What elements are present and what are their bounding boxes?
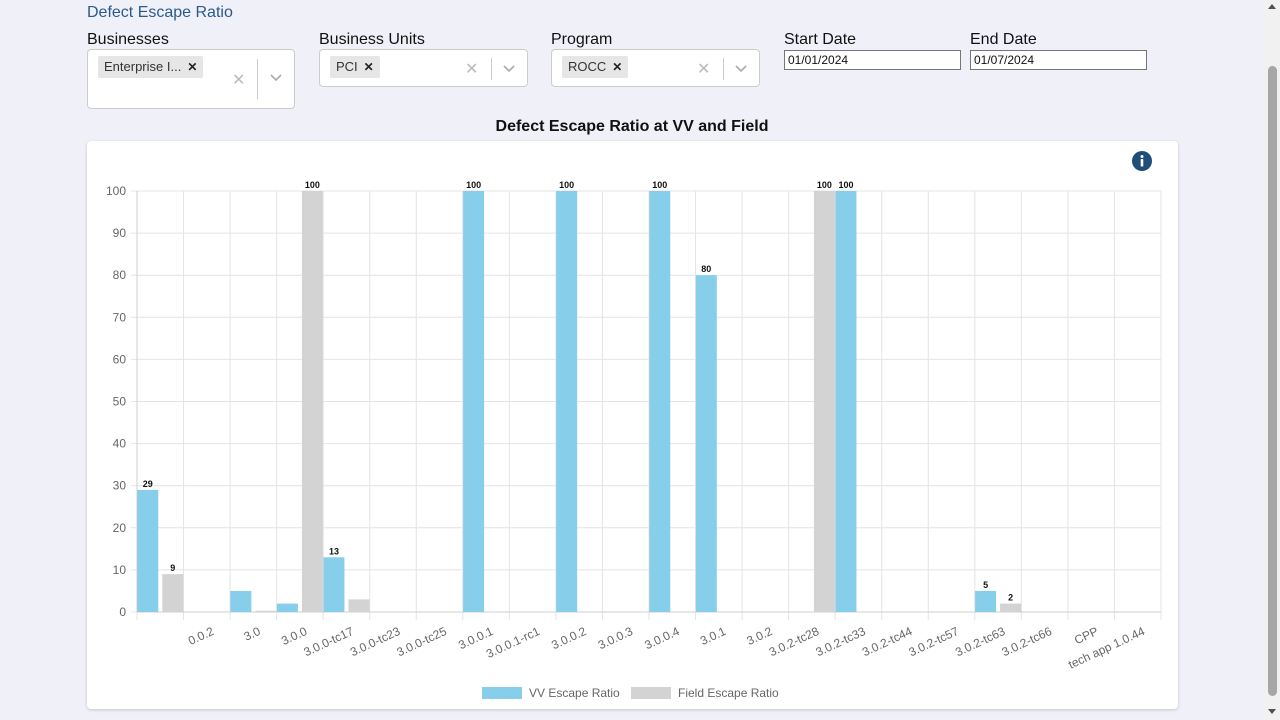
legend-label: Field Escape Ratio [678,686,779,700]
bar [137,489,159,612]
bar [835,191,857,612]
x-tick-label: 3.0.0.1-rc1 [484,624,542,661]
x-tick-label: 3.0.2-tc28 [767,624,822,659]
bar [975,590,997,612]
y-tick-label: 40 [113,437,127,451]
bar [1000,603,1022,612]
y-tick-label: 30 [113,479,127,493]
data-label: 80 [701,264,711,274]
bar [323,557,345,612]
data-label: 100 [559,180,574,190]
x-tick-label: 3.0.2-tc33 [813,624,868,659]
y-tick-label: 70 [113,310,127,324]
legend-swatch [631,687,671,699]
bar [276,603,298,612]
x-tick-label: CPP [1072,624,1100,647]
data-label: 9 [170,563,175,573]
scroll-thumb[interactable] [1268,66,1277,696]
bar [463,191,485,612]
y-tick-label: 20 [113,521,127,535]
x-tick-label: 0.0.2 [186,624,216,648]
x-tick-label: 3.0.0-tc23 [348,624,403,659]
x-tick-label: 3.0.2-tc44 [860,624,915,659]
data-label: 100 [652,180,667,190]
bar-chart: 01020304050607080901000.0.2 3.0 3.0.03.0.0… [106,180,1162,700]
data-label: 5 [983,580,988,590]
x-tick-label: 3.0.1 [698,624,728,648]
scroll-down-icon[interactable] [1268,709,1276,714]
bar [162,574,184,612]
bar [813,191,835,612]
bar [649,191,671,612]
data-label: 100 [817,180,832,190]
bar [556,191,578,612]
y-tick-label: 60 [113,352,127,366]
bar [301,191,323,612]
y-tick-label: 50 [113,395,127,409]
y-tick-label: 0 [119,605,126,619]
y-tick-label: 80 [113,268,127,282]
x-tick-label: 3.0.0-tc17 [301,624,356,659]
bar [230,590,252,612]
data-label: 100 [466,180,481,190]
bar [255,610,277,612]
bar [348,599,370,612]
x-tick-label: 3.0.0.4 [642,624,681,652]
y-tick-label: 90 [113,226,127,240]
x-tick-label: 3.0.2-tc57 [907,624,962,659]
legend-swatch [482,687,522,699]
scrollbar[interactable] [1265,0,1280,720]
x-tick-label: 3.0.0-tc25 [395,624,450,659]
data-label: 100 [305,180,320,190]
data-label: 29 [143,479,153,489]
data-label: 100 [838,180,853,190]
x-tick-label: 3.0.2-tc66 [1000,624,1055,659]
data-label: 13 [329,546,339,556]
x-tick-label: 3.0.2-tc63 [953,624,1008,659]
x-tick-label: 3.0.0.3 [596,624,635,652]
bar [695,275,717,612]
y-tick-label: 100 [106,184,126,198]
legend-label: VV Escape Ratio [529,686,620,700]
x-tick-label: 3.0 [242,624,263,644]
data-label: 2 [1008,593,1013,603]
y-tick-label: 10 [113,563,127,577]
x-tick-label: 3.0.0.2 [549,624,588,652]
scroll-up-icon[interactable] [1268,4,1276,9]
